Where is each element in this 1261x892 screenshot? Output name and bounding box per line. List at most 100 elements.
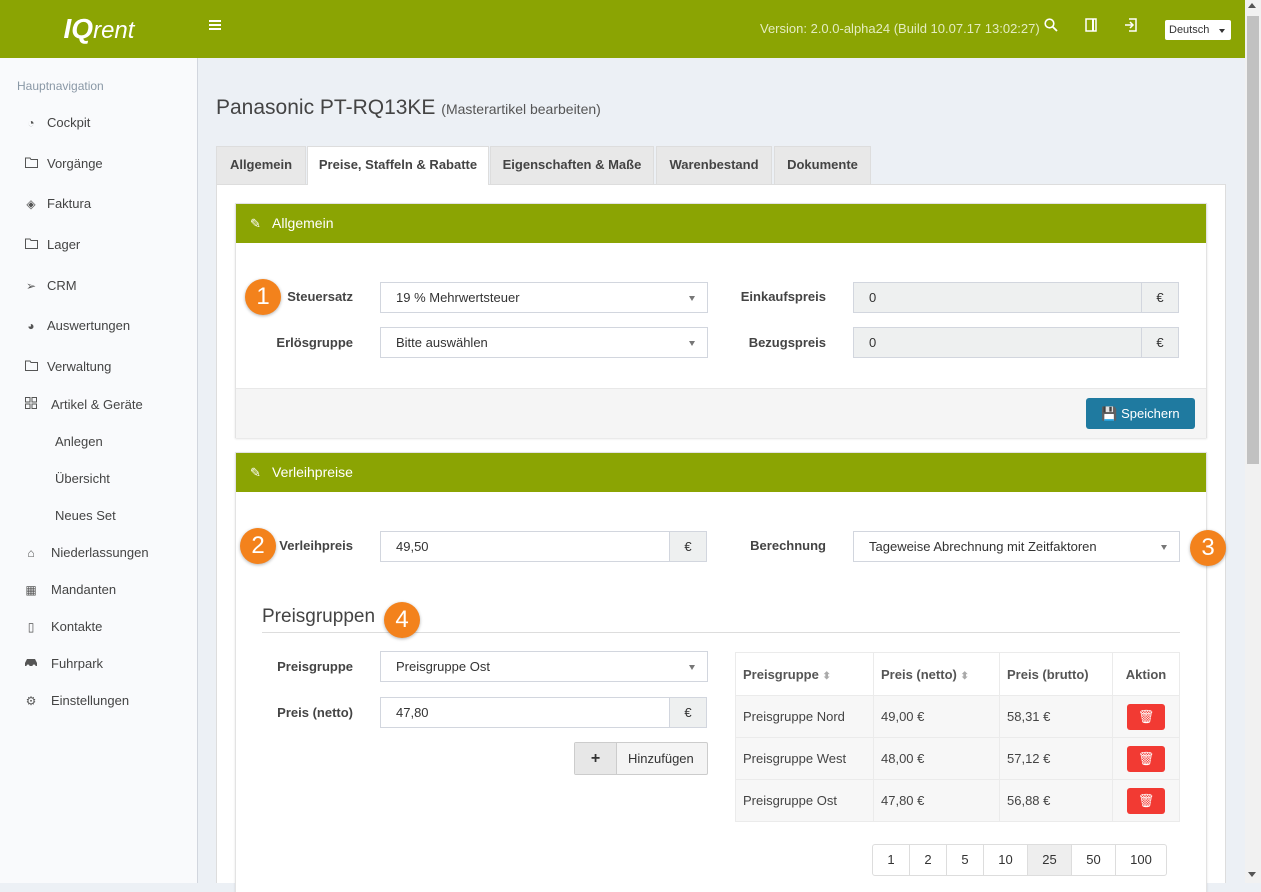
allgemein-box-footer: 💾 Speichern xyxy=(236,388,1206,438)
sidebar-item-label: Übersicht xyxy=(55,471,110,486)
erloesgruppe-select[interactable]: Bitte auswählen xyxy=(380,327,708,358)
preisgruppe-label: Preisgruppe xyxy=(277,659,353,674)
cell-preisgruppe: Preisgruppe Nord xyxy=(735,695,874,738)
steuersatz-select[interactable]: 19 % Mehrwertsteuer xyxy=(380,282,708,313)
einkaufspreis-field[interactable]: 0 xyxy=(853,282,1142,313)
sidebar-item-label: Einstellungen xyxy=(51,693,130,708)
sidebar-item-einstellungen[interactable]: ⚙ Einstellungen xyxy=(0,686,197,716)
tab-preise-staffeln-rabatte[interactable]: Preise, Staffeln & Rabatte xyxy=(307,146,489,185)
page-size-option[interactable]: 100 xyxy=(1116,845,1166,875)
cogs-icon: ⚙ xyxy=(25,694,37,708)
sort-icon: ⬍ xyxy=(822,670,831,682)
trash-icon: 🗑 xyxy=(1137,750,1155,766)
cell-preis-netto: 49,00 € xyxy=(873,695,1000,738)
allgemein-box-header: ✎ Allgemein xyxy=(236,204,1206,243)
sidebar-item-label: Lager xyxy=(47,237,81,252)
logo-subtext: rent xyxy=(93,17,135,44)
scrollbar-thumb[interactable] xyxy=(1247,16,1259,464)
preisgruppe-select[interactable]: Preisgruppe Ost xyxy=(380,651,708,682)
sidebar-item-lager[interactable]: Lager xyxy=(0,230,197,260)
address-book-icon: ▯ xyxy=(27,620,35,634)
sidebar-item-niederlassungen[interactable]: ⌂ Niederlassungen xyxy=(0,538,197,568)
sidebar-item-label: Mandanten xyxy=(51,582,117,597)
annotation-badge: 4 xyxy=(384,602,420,638)
page-size-option[interactable]: 10 xyxy=(984,845,1028,875)
scroll-up-icon[interactable] xyxy=(1248,3,1256,8)
edit-icon: ✎ xyxy=(250,216,261,231)
bezugspreis-field[interactable]: 0 xyxy=(853,327,1142,358)
page-size-option[interactable]: 5 xyxy=(947,845,984,875)
book-icon[interactable] xyxy=(1085,18,1097,36)
sidebar-item-fuhrpark[interactable]: Fuhrpark xyxy=(0,649,197,679)
sidebar-item-faktura[interactable]: ◈ Faktura xyxy=(0,189,197,219)
sidebar-item-label: Niederlassungen xyxy=(51,545,149,560)
page-size-selector: 1 2 5 10 25 50 100 xyxy=(872,844,1167,876)
search-icon[interactable] xyxy=(1044,18,1058,36)
tab-allgemein[interactable]: Allgemein xyxy=(216,146,306,184)
building-icon: ▦ xyxy=(25,583,37,597)
save-button[interactable]: 💾 Speichern xyxy=(1086,398,1195,429)
page-title: Panasonic PT-RQ13KE (Masterartikel bearb… xyxy=(216,96,601,120)
folder-icon xyxy=(23,149,39,179)
cell-preis-brutto: 57,12 € xyxy=(999,737,1113,780)
cell-preis-brutto: 56,88 € xyxy=(999,779,1113,822)
sidebar-item-mandanten[interactable]: ▦ Mandanten xyxy=(0,575,197,605)
cell-aktion: 🗑 xyxy=(1112,737,1180,780)
sidebar-item-neues-set[interactable]: Neues Set xyxy=(0,501,197,531)
trash-icon: 🗑 xyxy=(1137,792,1155,808)
sidebar-header: Hauptnavigation xyxy=(17,79,104,93)
page-size-option[interactable]: 50 xyxy=(1072,845,1116,875)
column-header-label: Aktion xyxy=(1125,666,1167,682)
menu-toggle-icon[interactable] xyxy=(209,18,221,36)
column-header-label: Preisgruppe xyxy=(743,666,819,682)
delete-button[interactable]: 🗑 xyxy=(1127,787,1165,814)
sidebar-item-anlegen[interactable]: Anlegen xyxy=(0,427,197,457)
column-header-preis-netto[interactable]: Preis (netto) ⬍ xyxy=(873,652,1000,696)
tab-eigenschaften-masse[interactable]: Eigenschaften & Maße xyxy=(490,146,654,184)
column-header-preis-brutto: Preis (brutto) xyxy=(999,652,1113,696)
sidebar-item-artikel-geraete[interactable]: Artikel & Geräte xyxy=(0,390,197,420)
preis-netto-label: Preis (netto) xyxy=(277,705,353,720)
save-icon: 💾 xyxy=(1101,406,1118,421)
folder-icon xyxy=(23,230,39,260)
sidebar-item-label: Neues Set xyxy=(55,508,116,523)
sidebar-item-label: CRM xyxy=(47,278,77,293)
cell-preis-brutto: 58,31 € xyxy=(999,695,1113,738)
folder-icon xyxy=(23,352,39,382)
sidebar-item-kontakte[interactable]: ▯ Kontakte xyxy=(0,612,197,642)
tab-dokumente[interactable]: Dokumente xyxy=(774,146,871,184)
delete-button[interactable]: 🗑 xyxy=(1127,703,1165,730)
page-size-option[interactable]: 1 xyxy=(873,845,910,875)
sidebar-item-auswertungen[interactable]: ◕ Auswertungen xyxy=(0,311,197,341)
euro-addon: € xyxy=(1141,327,1179,358)
tab-warenbestand[interactable]: Warenbestand xyxy=(656,146,772,184)
cell-aktion: 🗑 xyxy=(1112,779,1180,822)
berechnung-select[interactable]: Tageweise Abrechnung mit Zeitfaktoren xyxy=(853,531,1180,562)
cell-preisgruppe: Preisgruppe West xyxy=(735,737,874,780)
sidebar-item-crm[interactable]: ➢ CRM xyxy=(0,271,197,301)
sidebar-item-label: Cockpit xyxy=(47,115,91,130)
sidebar-item-verwaltung[interactable]: Verwaltung xyxy=(0,352,197,382)
cell-preis-netto: 48,00 € xyxy=(873,737,1000,780)
column-header-preisgruppe[interactable]: Preisgruppe ⬍ xyxy=(735,652,874,696)
language-select[interactable]: Deutsch xyxy=(1165,20,1231,40)
hinzufuegen-button[interactable]: + Hinzufügen xyxy=(574,742,708,775)
euro-addon: € xyxy=(1141,282,1179,313)
preis-netto-field[interactable]: 47,80 xyxy=(380,697,670,728)
page-title-text: Panasonic PT-RQ13KE xyxy=(216,96,436,119)
verleihpreise-box-header: ✎ Verleihpreise xyxy=(236,453,1206,492)
delete-button[interactable]: 🗑 xyxy=(1127,745,1165,772)
app-logo[interactable]: IQrent xyxy=(0,0,198,58)
page-size-option[interactable]: 2 xyxy=(910,845,947,875)
page-size-option-active[interactable]: 25 xyxy=(1028,845,1072,875)
grid-icon xyxy=(23,390,39,420)
sidebar-item-uebersicht[interactable]: Übersicht xyxy=(0,464,197,494)
verleihpreis-field[interactable]: 49,50 xyxy=(380,531,670,562)
sort-icon: ⬍ xyxy=(960,670,969,682)
edit-icon: ✎ xyxy=(250,465,261,480)
sidebar-item-cockpit[interactable]: ◔ Cockpit xyxy=(0,108,197,138)
sidebar-item-vorgaenge[interactable]: Vorgänge xyxy=(0,149,197,179)
scroll-down-icon[interactable] xyxy=(1248,872,1256,877)
logout-icon[interactable] xyxy=(1124,18,1138,36)
layers-icon: ◈ xyxy=(26,197,36,211)
